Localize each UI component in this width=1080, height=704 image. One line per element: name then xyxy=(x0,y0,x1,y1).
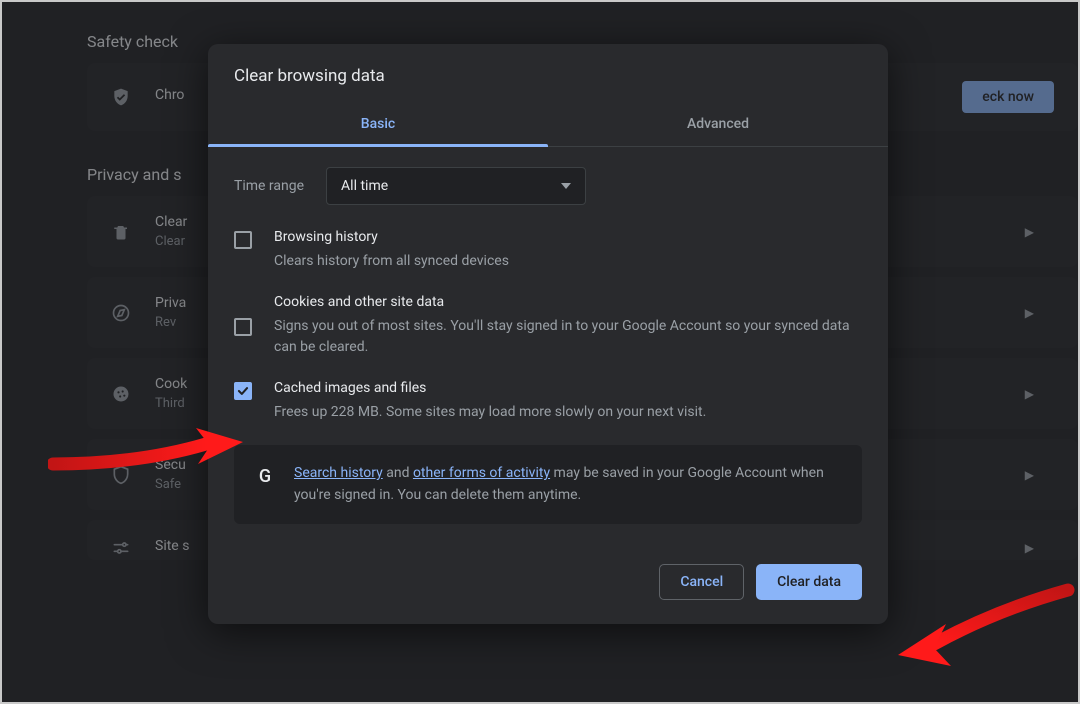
option-browsing-history[interactable]: Browsing history Clears history from all… xyxy=(234,229,862,272)
modal-tabs: Basic Advanced xyxy=(208,102,888,147)
check-icon xyxy=(236,384,250,398)
cancel-button[interactable]: Cancel xyxy=(659,564,744,600)
option-desc: Clears history from all synced devices xyxy=(274,251,509,272)
compass-icon xyxy=(111,303,131,323)
time-range-label: Time range xyxy=(234,178,304,194)
checkbox-cookies[interactable] xyxy=(234,318,252,336)
option-desc: Signs you out of most sites. You'll stay… xyxy=(274,316,862,358)
checkbox-browsing-history[interactable] xyxy=(234,231,252,249)
modal-title: Clear browsing data xyxy=(208,44,888,102)
tab-advanced[interactable]: Advanced xyxy=(548,102,888,146)
check-now-button[interactable]: eck now xyxy=(962,81,1054,113)
clear-data-button[interactable]: Clear data xyxy=(756,564,862,600)
shield-outline-icon xyxy=(111,465,131,485)
sliders-icon xyxy=(111,538,131,558)
chevron-right-icon: ▶ xyxy=(1025,225,1034,239)
chevron-right-icon: ▶ xyxy=(1025,468,1034,482)
cookie-icon xyxy=(111,384,131,404)
chevron-down-icon xyxy=(561,183,571,189)
option-title: Cached images and files xyxy=(274,380,706,396)
option-desc: Frees up 228 MB. Some sites may load mor… xyxy=(274,402,706,423)
chevron-right-icon: ▶ xyxy=(1025,541,1034,555)
clear-browsing-data-modal: Clear browsing data Basic Advanced Time … xyxy=(208,44,888,624)
google-icon: G xyxy=(254,465,276,487)
account-notice: G Search history and other forms of acti… xyxy=(234,445,862,524)
notice-text: Search history and other forms of activi… xyxy=(294,463,842,506)
trash-icon xyxy=(111,222,131,242)
chevron-right-icon: ▶ xyxy=(1025,387,1034,401)
option-title: Cookies and other site data xyxy=(274,294,862,310)
tab-basic[interactable]: Basic xyxy=(208,102,548,146)
option-cached-images[interactable]: Cached images and files Frees up 228 MB.… xyxy=(234,380,862,423)
option-cookies[interactable]: Cookies and other site data Signs you ou… xyxy=(234,294,862,358)
option-title: Browsing history xyxy=(274,229,509,245)
search-history-link[interactable]: Search history xyxy=(294,465,383,481)
time-range-select[interactable]: All time xyxy=(326,167,586,205)
checkbox-cached-images[interactable] xyxy=(234,382,252,400)
shield-icon xyxy=(111,87,131,107)
time-range-value: All time xyxy=(341,178,388,194)
chevron-right-icon: ▶ xyxy=(1025,306,1034,320)
other-activity-link[interactable]: other forms of activity xyxy=(413,465,550,481)
